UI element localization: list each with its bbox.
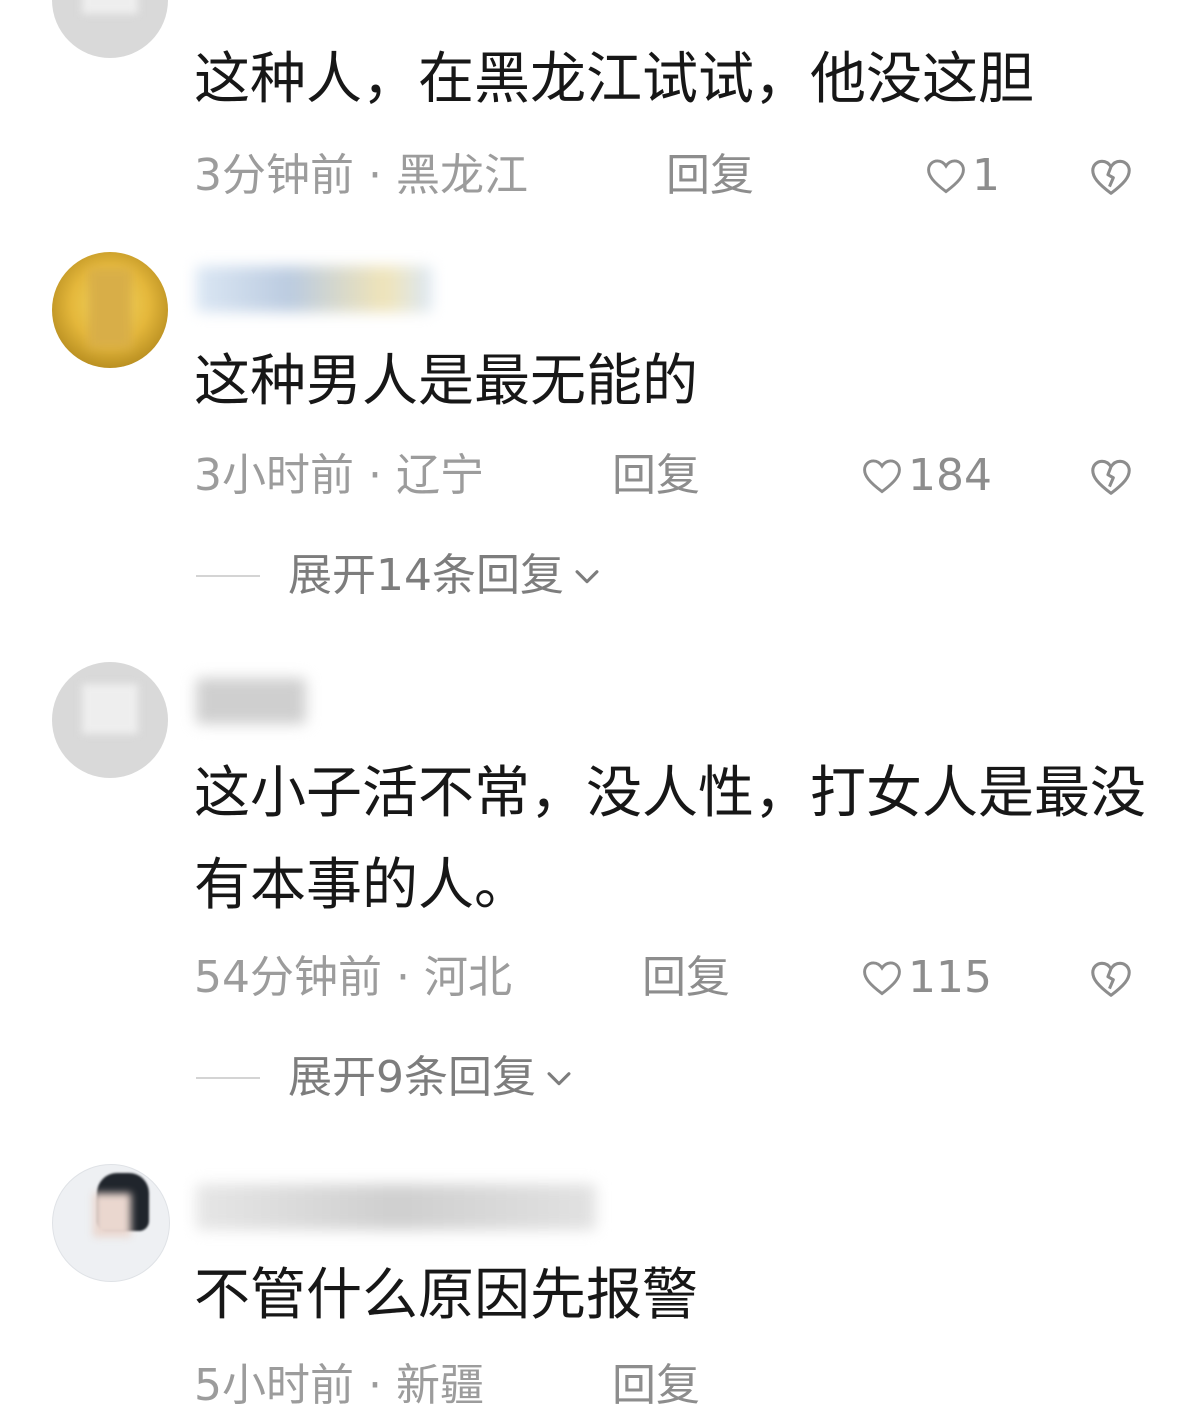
comment-meta: 3分钟前 · 黑龙江 回复 1 — [194, 146, 1154, 206]
expand-replies-label: 展开9条回复 — [288, 1052, 536, 1103]
reply-button[interactable]: 回复 — [612, 1356, 700, 1416]
expand-replies-button[interactable]: 展开9条回复 — [196, 1048, 996, 1108]
reply-button[interactable]: 回复 — [642, 948, 730, 1008]
broken-heart-icon[interactable] — [1088, 454, 1134, 500]
username-blurred — [196, 266, 432, 312]
expand-replies-button[interactable]: 展开14条回复 — [196, 546, 996, 606]
like-button[interactable]: 184 — [860, 446, 992, 506]
comment-time: 3小时前 — [194, 450, 354, 501]
heart-outline-icon — [863, 459, 901, 494]
heart-outline-icon — [863, 961, 901, 996]
meta-separator: · — [368, 1360, 382, 1411]
reply-button[interactable]: 回复 — [612, 446, 700, 506]
comment-region: 黑龙江 — [396, 150, 528, 201]
comment-meta: 54分钟前 · 河北 回复 115 — [194, 948, 1154, 1008]
like-count: 184 — [908, 450, 992, 501]
comment-text: 这种男人是最无能的 — [194, 349, 698, 414]
comment-meta: 5小时前 · 新疆 回复 — [194, 1356, 1154, 1416]
comment-time-region: 5小时前 · 新疆 — [194, 1356, 484, 1416]
like-count: 115 — [908, 952, 992, 1003]
comment-time-region: 54分钟前 · 河北 — [194, 948, 512, 1008]
comment-region: 辽宁 — [396, 450, 484, 501]
broken-heart-icon[interactable] — [1088, 956, 1134, 1002]
heart-outline-icon — [927, 159, 965, 194]
comment-region: 新疆 — [396, 1360, 484, 1411]
comment-time-region: 3小时前 · 辽宁 — [194, 446, 484, 506]
comment-time: 5小时前 — [194, 1360, 354, 1411]
username-blurred — [196, 678, 306, 724]
like-button[interactable]: 1 — [924, 146, 1000, 206]
comment-text: 这种人，在黑龙江试试，他没这胆 — [194, 47, 1034, 112]
comment-meta: 3小时前 · 辽宁 回复 184 — [194, 446, 1154, 506]
like-button[interactable]: 115 — [860, 948, 992, 1008]
avatar[interactable] — [52, 252, 168, 368]
avatar[interactable] — [52, 662, 168, 778]
meta-separator: · — [368, 450, 382, 501]
comment-text: 这小子活不常，没人性，打女人是最没有本事的人。 — [194, 761, 1146, 918]
comment-region: 河北 — [424, 952, 512, 1003]
chevron-down-icon — [547, 1072, 571, 1086]
broken-heart-icon[interactable] — [1088, 154, 1134, 200]
avatar[interactable] — [52, 0, 168, 58]
meta-separator: · — [368, 150, 382, 201]
comment-time-region: 3分钟前 · 黑龙江 — [194, 146, 528, 206]
like-count: 1 — [972, 150, 1000, 201]
expand-replies-label: 展开14条回复 — [288, 550, 564, 601]
comment-time: 3分钟前 — [194, 150, 354, 201]
divider — [196, 1077, 260, 1079]
avatar[interactable] — [52, 1164, 170, 1282]
username-blurred — [196, 1184, 596, 1230]
divider — [196, 575, 260, 577]
chevron-down-icon — [575, 570, 599, 584]
meta-separator: · — [396, 952, 410, 1003]
comment-text: 不管什么原因先报警 — [194, 1263, 698, 1328]
comment-time: 54分钟前 — [194, 952, 382, 1003]
reply-button[interactable]: 回复 — [666, 146, 754, 206]
